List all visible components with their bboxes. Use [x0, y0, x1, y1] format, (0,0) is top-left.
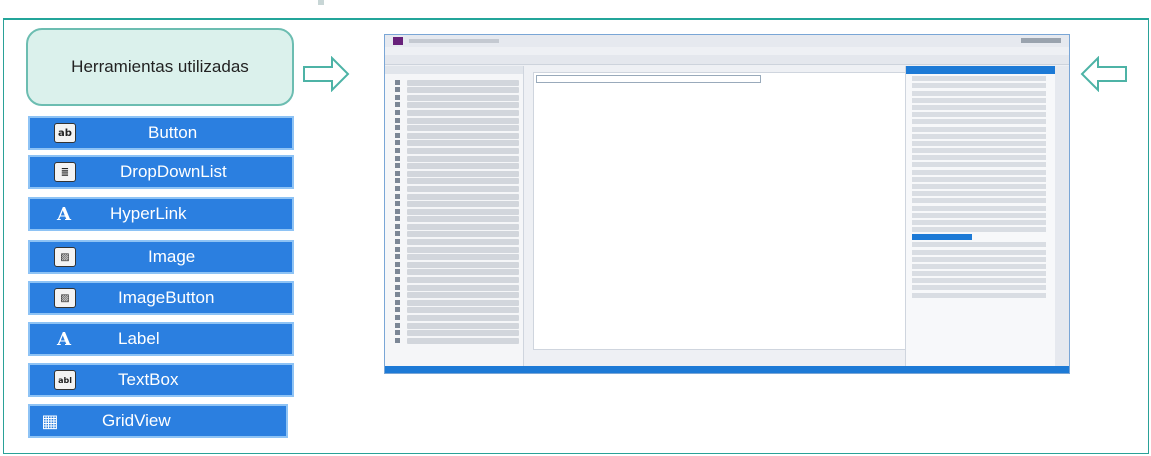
- vs-logo-icon: [393, 37, 403, 45]
- hyperlink-icon: A: [57, 203, 71, 225]
- tool-label: HyperLink: [110, 204, 187, 223]
- visual-studio-screenshot: [384, 34, 1070, 374]
- vs-statusbar: [385, 366, 1069, 373]
- image-icon: ▨: [54, 247, 76, 267]
- window-controls-icon: [1021, 38, 1061, 43]
- tool-label-item: A Label: [28, 322, 294, 356]
- tool-button: ab Button: [28, 116, 294, 150]
- tool-label: Button: [148, 123, 198, 142]
- tool-label: DropDownList: [120, 162, 227, 181]
- arrow-right-icon: [303, 56, 350, 92]
- vs-titlebar: [385, 35, 1069, 47]
- tool-textbox: abl TextBox: [28, 363, 294, 397]
- heading-text: Herramientas utilizadas: [71, 57, 249, 76]
- vs-side-tabs: [1055, 66, 1069, 366]
- vs-menubar: [385, 47, 1069, 55]
- label-icon: A: [57, 328, 71, 350]
- tool-label: GridView: [102, 411, 171, 430]
- tool-label: Image: [148, 247, 196, 266]
- tool-dropdownlist: ≣ DropDownList: [28, 155, 294, 189]
- top-area: [0, 0, 1151, 18]
- tool-label: ImageButton: [118, 288, 215, 307]
- vs-toolbar: [385, 55, 1069, 65]
- top-mark: [318, 0, 324, 5]
- tool-imagebutton: ▨ ImageButton: [28, 281, 294, 315]
- imagebutton-icon: ▨: [54, 288, 76, 308]
- tool-label: TextBox: [118, 370, 179, 389]
- gridview-icon: ▦: [41, 410, 59, 432]
- dropdownlist-icon: ≣: [54, 162, 76, 182]
- vs-properties-panel: [905, 66, 1056, 366]
- vs-editor-area: [533, 72, 907, 350]
- arrow-left-icon: [1080, 56, 1127, 92]
- tool-label: Label: [118, 329, 160, 348]
- button-icon: ab: [54, 123, 76, 143]
- heading-box: Herramientas utilizadas: [26, 28, 294, 106]
- vs-title-placeholder: [409, 39, 499, 43]
- vs-toolbox-panel: [385, 66, 524, 366]
- tool-image: ▨ Image: [28, 240, 294, 274]
- textbox-icon: abl: [54, 370, 76, 390]
- tool-hyperlink: A HyperLink: [28, 197, 294, 231]
- tool-gridview: ▦ GridView: [28, 404, 288, 438]
